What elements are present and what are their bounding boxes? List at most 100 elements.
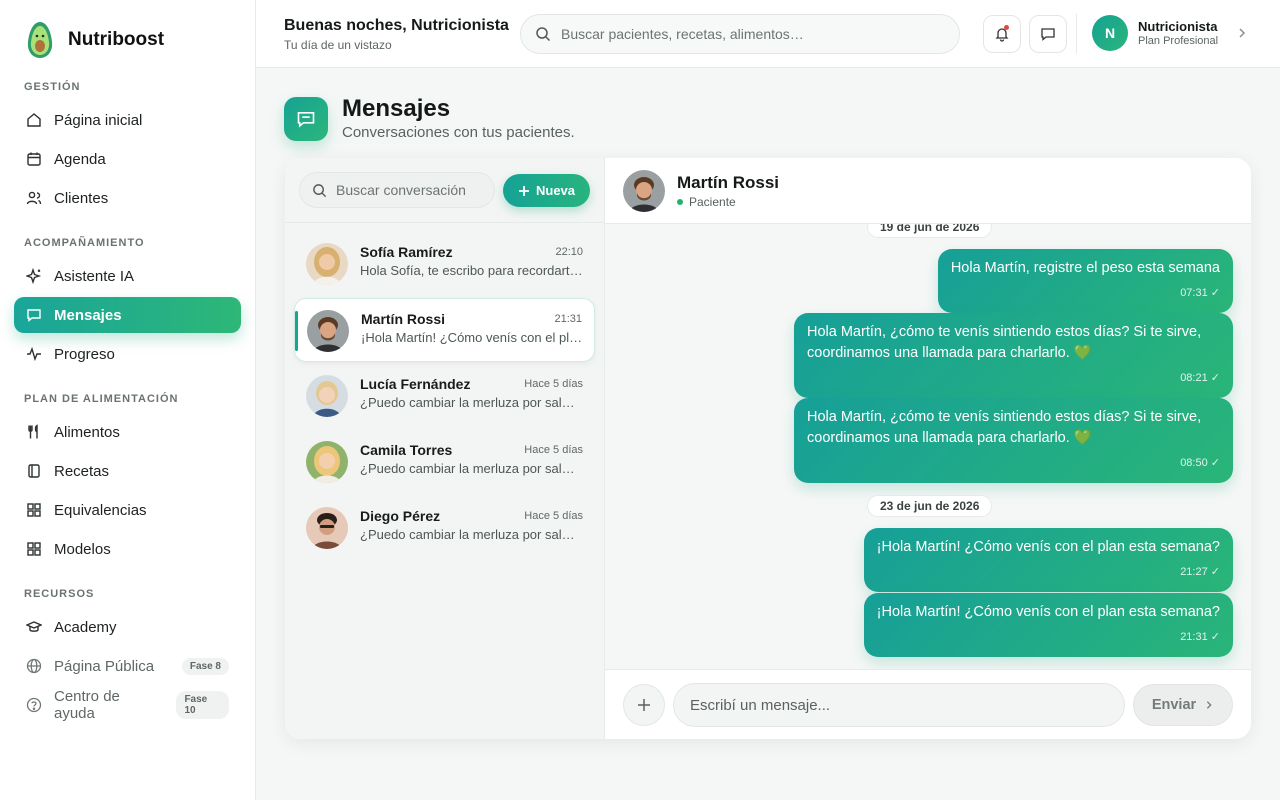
- new-conversation-label: Nueva: [535, 183, 576, 198]
- date-separator: 23 de jun de 2026: [867, 495, 993, 517]
- calendar-icon: [26, 151, 42, 167]
- home-icon: [26, 112, 42, 128]
- check-icon: ✓: [1210, 631, 1220, 643]
- message-input[interactable]: [673, 683, 1125, 727]
- chevron-right-icon: [1207, 701, 1212, 709]
- section-title-acompanamiento: ACOMPAÑAMIENTO: [24, 237, 145, 249]
- sidebar-item-mensajes[interactable]: Mensajes: [14, 297, 241, 333]
- message-text: Hola Martín, ¿cómo te venís sintiendo es…: [807, 409, 1202, 446]
- message-meta: 08:50 ✓: [807, 453, 1220, 474]
- sidebar-item-label: Centro de ayuda: [54, 688, 120, 722]
- conversation-item-active[interactable]: Martín Rossi 21:31 ¡Hola Martín! ¿Cómo v…: [294, 298, 595, 362]
- check-icon: ✓: [1210, 457, 1220, 469]
- message-meta: 07:31 ✓: [951, 283, 1220, 304]
- conversation-search-input[interactable]: [336, 182, 486, 198]
- message-time: 08:21: [1180, 372, 1208, 384]
- sidebar-item-label: Academy: [54, 618, 117, 636]
- message-composer: Enviar: [605, 669, 1251, 739]
- message-text: Hola Martín, registre el peso esta seman…: [950, 260, 1220, 276]
- conversation-item[interactable]: Diego Pérez Hace 5 días ¿Puedo cambiar l…: [294, 496, 595, 560]
- message-time: 21:27: [1180, 566, 1208, 578]
- sidebar-item-label: Modelos: [54, 540, 111, 558]
- book-icon: [26, 463, 42, 479]
- brand-name: Nutriboost: [68, 29, 165, 50]
- online-indicator: [677, 199, 683, 205]
- messages-button[interactable]: [1029, 15, 1067, 53]
- sidebar-item-centro-de-ayuda[interactable]: Centro de ayuda Fase 10: [14, 687, 241, 723]
- notifications-button[interactable]: [983, 15, 1021, 53]
- message-text: Hola Martín, ¿cómo te venís sintiendo es…: [807, 324, 1202, 361]
- conversation-item[interactable]: Sofía Ramírez 22:10 Hola Sofía, te escri…: [294, 232, 595, 296]
- conversation-search[interactable]: [299, 172, 495, 208]
- sidebar-item-clientes[interactable]: Clientes: [14, 180, 241, 216]
- divider: [1076, 14, 1077, 54]
- contact-name: Lucía Fernández: [360, 376, 471, 392]
- sidebar-item-equivalencias[interactable]: Equivalencias: [14, 492, 241, 528]
- conversation-toolbar: Nueva: [285, 158, 605, 223]
- user-plan: Plan Profesional: [1138, 35, 1219, 47]
- check-icon: ✓: [1210, 372, 1220, 384]
- sparkle-icon: [26, 268, 42, 284]
- sidebar-item-asistente-ia[interactable]: Asistente IA: [14, 258, 241, 294]
- section-title-gestion: GESTIÓN: [24, 81, 81, 93]
- graduation-cap-icon: [26, 619, 42, 635]
- sidebar-item-academy[interactable]: Academy: [14, 609, 241, 645]
- message-bubble: Hola Martín, ¿cómo te venís sintiendo es…: [794, 313, 1233, 398]
- utensils-icon: [26, 424, 42, 440]
- role-label: Paciente: [689, 195, 736, 209]
- message-time: 08:50: [1180, 457, 1208, 469]
- user-name: Nutricionista: [1138, 19, 1218, 34]
- grid-icon: [26, 502, 42, 518]
- sidebar-item-recetas[interactable]: Recetas: [14, 453, 241, 489]
- sidebar: Nutriboost GESTIÓN Página inicial Agenda…: [0, 0, 256, 800]
- user-menu[interactable]: N Nutricionista Plan Profesional: [1092, 15, 1248, 51]
- chat-icon: [297, 111, 315, 128]
- sidebar-item-label: Progreso: [54, 345, 115, 363]
- message-bubble: ¡Hola Martín! ¿Cómo venís con el plan es…: [863, 528, 1233, 592]
- sidebar-item-label: Página Pública: [54, 657, 155, 675]
- message-time: Hace 5 días: [524, 444, 583, 456]
- message-bubble: Hola Martín, ¿cómo te venís sintiendo es…: [794, 398, 1233, 483]
- new-conversation-button[interactable]: Nueva: [503, 174, 590, 207]
- help-circle-icon: [26, 697, 42, 713]
- conversation-item[interactable]: Camila Torres Hace 5 días ¿Puedo cambiar…: [294, 430, 595, 494]
- users-icon: [26, 190, 42, 206]
- conversation-item[interactable]: Lucía Fernández Hace 5 días ¿Puedo cambi…: [294, 364, 595, 428]
- messages-card: Nueva Sofía Ramírez 22:10 Hola Sofía, te…: [285, 158, 1251, 739]
- avatar[interactable]: [623, 170, 665, 212]
- chat-icon: [26, 307, 42, 323]
- message-text: ¡Hola Martín! ¿Cómo venís con el plan es…: [876, 604, 1220, 620]
- check-icon: ✓: [1210, 287, 1220, 299]
- message-preview: ¿Puedo cambiar la merluza por salmón…: [360, 395, 584, 410]
- sidebar-item-alimentos[interactable]: Alimentos: [14, 414, 241, 450]
- plus-icon: [518, 185, 529, 196]
- message-time: 21:31: [554, 313, 582, 325]
- plus-icon: [638, 699, 650, 711]
- greeting-subtitle: Tu día de un vistazo: [284, 38, 392, 52]
- section-title-recursos: RECURSOS: [24, 588, 95, 600]
- phase-badge: Fase 8: [181, 657, 229, 675]
- contact-name: Camila Torres: [360, 442, 453, 458]
- message-time: Hace 5 días: [524, 510, 583, 522]
- avatar: [306, 243, 348, 285]
- sidebar-item-label: Agenda: [54, 150, 106, 168]
- globe-icon: [26, 658, 42, 674]
- sidebar-item-label: Asistente IA: [54, 267, 135, 285]
- sidebar-item-modelos[interactable]: Modelos: [14, 531, 241, 567]
- message-time: 07:31: [1180, 287, 1208, 299]
- sidebar-item-pagina-inicial[interactable]: Página inicial: [14, 102, 241, 138]
- sidebar-item-progreso[interactable]: Progreso: [14, 336, 241, 372]
- global-search-input[interactable]: [561, 26, 941, 42]
- attach-button[interactable]: [623, 684, 665, 726]
- greeting: Buenas noches, Nutricionista Tu día de u…: [284, 17, 509, 52]
- sidebar-item-agenda[interactable]: Agenda: [14, 141, 241, 177]
- sidebar-item-label: Alimentos: [54, 423, 120, 441]
- sidebar-item-label: Recetas: [54, 462, 110, 480]
- global-search[interactable]: [520, 14, 960, 54]
- send-button[interactable]: Enviar: [1133, 684, 1233, 726]
- avatar: [306, 507, 348, 549]
- contact-name: Martín Rossi: [361, 311, 446, 327]
- sidebar-item-pagina-publica[interactable]: Página Pública Fase 8: [14, 648, 241, 684]
- brand[interactable]: Nutriboost: [24, 20, 164, 60]
- grid-icon: [26, 541, 42, 557]
